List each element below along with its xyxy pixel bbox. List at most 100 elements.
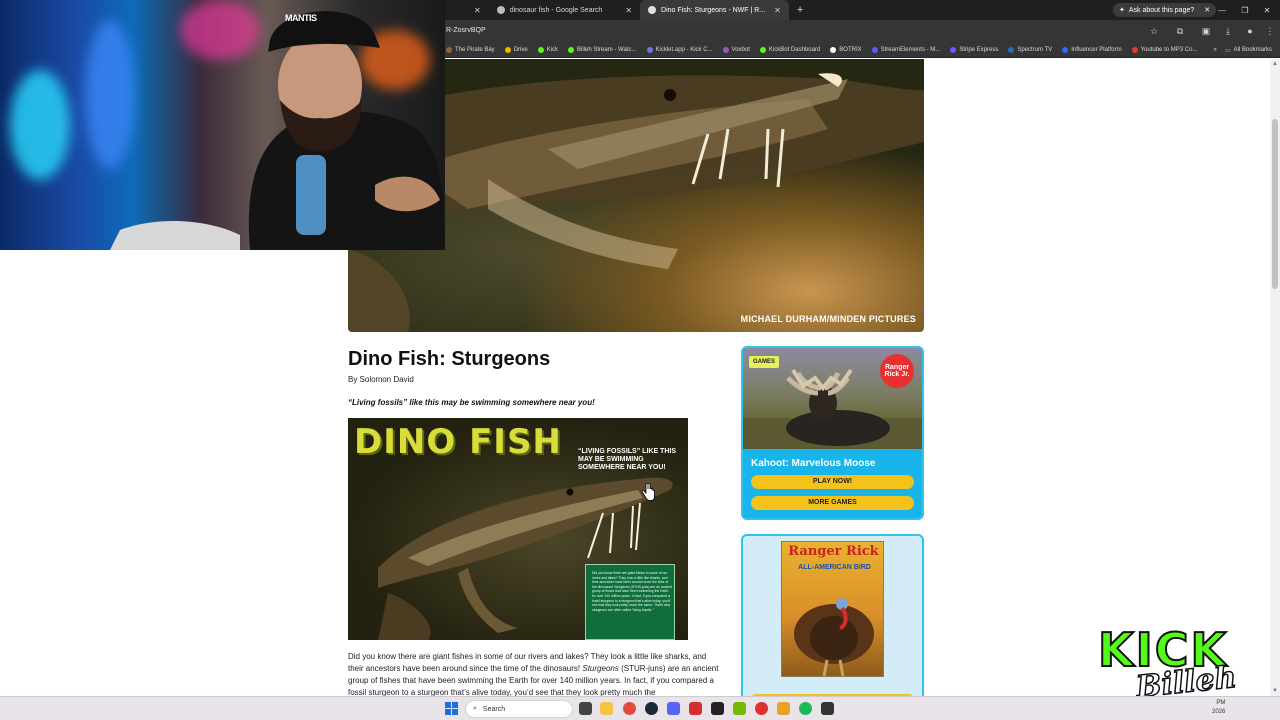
spotify-icon[interactable] [799,702,812,715]
file-explorer-icon[interactable] [600,702,613,715]
bookmark-kick[interactable]: Kick [537,46,558,53]
task-view-icon[interactable] [579,702,592,715]
article-tagline: “Living fossils” like this may be swimmi… [348,398,595,407]
star-icon[interactable]: ☆ [1147,24,1161,38]
tab-dino-fish[interactable]: Dino Fish: Sturgeons - NWF | R... ✕ [640,0,789,20]
folder-icon: ▭ [1224,47,1231,54]
terminal-icon[interactable] [711,702,724,715]
webcam-overlay: MANTIS [0,0,445,250]
close-window-icon[interactable]: ✕ [1256,0,1278,20]
chrome-icon[interactable] [623,702,636,715]
google-favicon-icon [496,6,505,14]
bookmark-voxbot[interactable]: Voxbot [722,46,750,53]
bookmark-label: BOTRIX [839,46,862,53]
games-card[interactable]: GAMES Ranger Rick Jr. Kahoot: Marvelous … [741,346,924,520]
page-scrollbar[interactable]: ▲ ▼ [1270,59,1280,696]
close-icon[interactable]: ✕ [625,6,632,15]
bookmark-label: Billeh Stream - Watc... [577,46,637,53]
bookmark-drive[interactable]: Drive [504,46,528,53]
stripe-icon [950,46,957,53]
kicklet-icon [646,46,653,53]
moose-photo: GAMES Ranger Rick Jr. [743,348,922,449]
play-now-button[interactable]: PLAY NOW! [751,475,914,489]
menu-icon[interactable]: ⋮ [1263,24,1277,38]
scroll-thumb[interactable] [1272,119,1278,289]
streamer-silhouette [110,11,445,250]
nvidia-icon[interactable] [733,702,746,715]
close-icon[interactable]: ✕ [474,6,481,15]
magazine-cover[interactable]: Ranger Rick ALL-AMERICAN BIRD [781,541,884,677]
close-icon[interactable]: ✕ [774,6,781,15]
games-card-title[interactable]: Kahoot: Marvelous Moose [751,458,875,469]
tab-google-search[interactable]: dinosaur fish - Google Search ✕ [489,0,640,20]
steam-icon[interactable] [645,702,658,715]
ranger-rick-jr-logo: Ranger Rick Jr. [880,354,914,388]
bookmark-label: Stripe Express [959,46,999,53]
bookmark-kickbot[interactable]: KickBot Dashboard [759,46,820,53]
sidepanel-icon[interactable]: ▣ [1199,24,1213,38]
bookmark-label: Youtube to MP3 Co... [1140,46,1198,53]
youtube-icon [1131,46,1138,53]
bookmark-icon [446,46,452,53]
bookmark-billeh-stream[interactable]: Billeh Stream - Watc... [568,46,637,53]
bookmark-pirate-bay[interactable]: The Pirate Bay [446,46,495,53]
taskbar-search[interactable]: ⌕ Search [465,700,573,718]
new-tab-button[interactable]: + [789,4,811,16]
bookmark-label: Kicklet.app - Kick C... [655,46,713,53]
profile-icon[interactable]: ● [1243,24,1257,38]
discord-icon[interactable] [667,702,680,715]
influencer-icon [1062,46,1069,53]
tab-label: Dino Fish: Sturgeons - NWF | R... [661,6,766,14]
download-icon[interactable]: ⤓ [1221,24,1235,38]
hand-cursor-icon [641,483,655,501]
obs-icon[interactable] [821,702,834,715]
sparkle-icon: ✦ [1119,7,1125,14]
article-byline: By Solomon David [348,375,414,384]
scroll-up-icon[interactable]: ▲ [1270,59,1280,69]
streamelements-icon [871,46,878,53]
record-icon[interactable] [755,702,768,715]
bookmark-influencer[interactable]: Influencer Platform [1062,46,1122,53]
bookmark-kicklet[interactable]: Kicklet.app - Kick C... [646,46,713,53]
scroll-down-icon[interactable]: ▼ [1270,686,1280,696]
bookmark-label: StreamElements - M... [880,46,941,53]
bookmark-spectrum[interactable]: Spectrum TV [1008,46,1052,53]
taskbar-clock[interactable]: PM 2026 [1212,699,1225,717]
bookmark-label: Voxbot [731,46,750,53]
kickbot-icon [759,46,766,53]
magazine-card[interactable]: Ranger Rick ALL-AMERICAN BIRD [741,534,924,696]
bookmarks-overflow-icon[interactable]: » [1213,47,1216,53]
app-red-icon[interactable] [689,702,702,715]
bookmark-youtube-mp3[interactable]: Youtube to MP3 Co... [1131,46,1198,53]
close-icon[interactable]: ✕ [1204,6,1210,14]
article-magazine-image[interactable]: DINO FISH “LIVING FOSSILS” LIKE THIS MAY… [348,418,688,640]
extensions-icon[interactable]: ⧉ [1173,24,1187,38]
bookmark-label: Influencer Platform [1071,46,1122,53]
windows-start-icon[interactable] [445,702,459,716]
image-box-text: Did you know there are giant fishes in s… [592,571,672,612]
bookmark-streamelements[interactable]: StreamElements - M... [871,46,941,53]
url-field[interactable]: R-ZosrvBQP [446,23,1136,39]
clock-time: PM [1216,700,1226,706]
bookmark-stripe[interactable]: Stripe Express [950,46,999,53]
article-body: Did you know there are giant fishes in s… [348,651,724,696]
ask-about-page-label: Ask about this page? [1128,6,1195,14]
bookmark-botrix[interactable]: BOTRIX [830,46,862,53]
more-games-button[interactable]: MORE GAMES [751,496,914,510]
all-bookmarks-button[interactable]: ▭ All Bookmarks [1225,42,1272,58]
restore-icon[interactable]: ❐ [1234,0,1256,20]
image-text-box: Did you know there are giant fishes in s… [585,564,675,640]
kick-icon [537,46,544,53]
article-body-italic: Sturgeons [582,664,619,673]
search-placeholder: Search [482,705,506,713]
ask-about-page-button[interactable]: ✦ Ask about this page? ✕ [1113,3,1217,17]
article-title: Dino Fish: Sturgeons [348,348,551,370]
screen: ✕ dinosaur fish - Google Search ✕ Dino F… [0,0,1280,720]
spectrum-icon [1008,46,1015,53]
botrix-icon [830,46,837,53]
gear-app-icon[interactable] [777,702,790,715]
clock-date: 2026 [1212,709,1226,715]
minimize-icon[interactable]: — [1211,0,1233,20]
tab-close-left[interactable]: ✕ [462,0,489,20]
bookmark-label: The Pirate Bay [455,46,495,53]
